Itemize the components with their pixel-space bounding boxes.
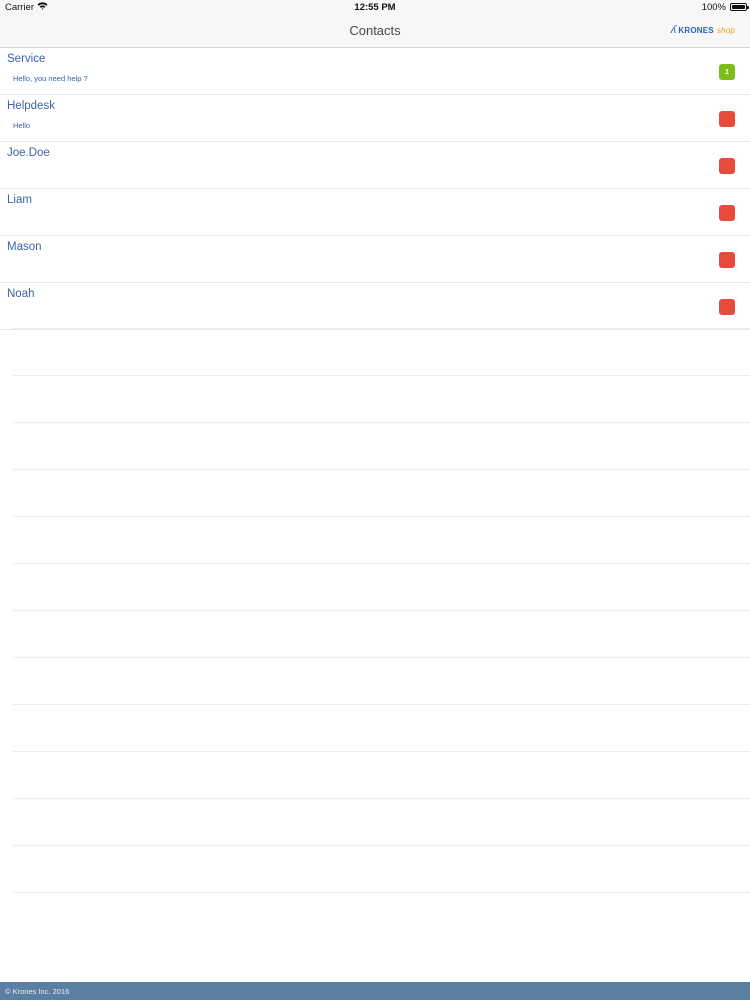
contact-row-mason[interactable]: Mason	[0, 236, 750, 283]
contact-name: Mason	[7, 241, 42, 253]
empty-row	[12, 375, 750, 422]
contact-row-liam[interactable]: Liam	[0, 189, 750, 236]
contact-row-helpdesk[interactable]: Helpdesk Hello	[0, 95, 750, 142]
contact-row-service[interactable]: Service Hello, you need help ? 1	[0, 48, 750, 95]
status-badge	[719, 299, 735, 315]
contact-row-noah[interactable]: Noah	[0, 283, 750, 330]
contact-name: Joe.Doe	[7, 147, 50, 159]
empty-row	[12, 563, 750, 610]
empty-row	[12, 798, 750, 845]
contact-name: Helpdesk	[7, 100, 55, 112]
empty-row	[12, 704, 750, 751]
empty-row	[12, 328, 750, 375]
empty-row	[12, 516, 750, 563]
empty-row	[12, 469, 750, 516]
empty-row	[12, 610, 750, 657]
battery-percent: 100%	[701, 2, 726, 13]
message-preview: Hello, you need help ?	[13, 74, 88, 83]
footer: © Krones Inc. 2016	[0, 982, 750, 1000]
status-badge	[719, 252, 735, 268]
navigation-bar: Contacts ʎ KRONES shop	[0, 14, 750, 48]
status-badge	[719, 111, 735, 127]
contact-row-joe-doe[interactable]: Joe.Doe	[0, 142, 750, 189]
empty-row	[12, 845, 750, 892]
unread-badge: 1	[719, 64, 735, 80]
contact-name: Liam	[7, 194, 32, 206]
contact-list: Service Hello, you need help ? 1 Helpdes…	[0, 48, 750, 330]
logo-suffix: shop	[716, 25, 735, 35]
empty-table-rows	[12, 328, 750, 939]
status-badge	[719, 205, 735, 221]
empty-row	[12, 751, 750, 798]
empty-row	[12, 657, 750, 704]
krones-logo-icon: ʎ	[670, 24, 677, 36]
message-preview: Hello	[13, 121, 31, 130]
clock: 12:55 PM	[354, 2, 396, 13]
battery-icon	[730, 3, 749, 11]
logo-brand: KRONES	[678, 25, 714, 35]
status-bar: Carrier 12:55 PM 100%	[0, 0, 750, 14]
contact-name: Service	[7, 53, 46, 65]
copyright-text: © Krones Inc. 2016	[5, 987, 70, 996]
krones-shop-logo[interactable]: ʎ KRONES shop	[671, 23, 735, 37]
contact-name: Noah	[7, 288, 35, 300]
empty-row	[12, 892, 750, 939]
status-badge	[719, 158, 735, 174]
page-title: Contacts	[349, 23, 401, 38]
empty-row	[12, 422, 750, 469]
